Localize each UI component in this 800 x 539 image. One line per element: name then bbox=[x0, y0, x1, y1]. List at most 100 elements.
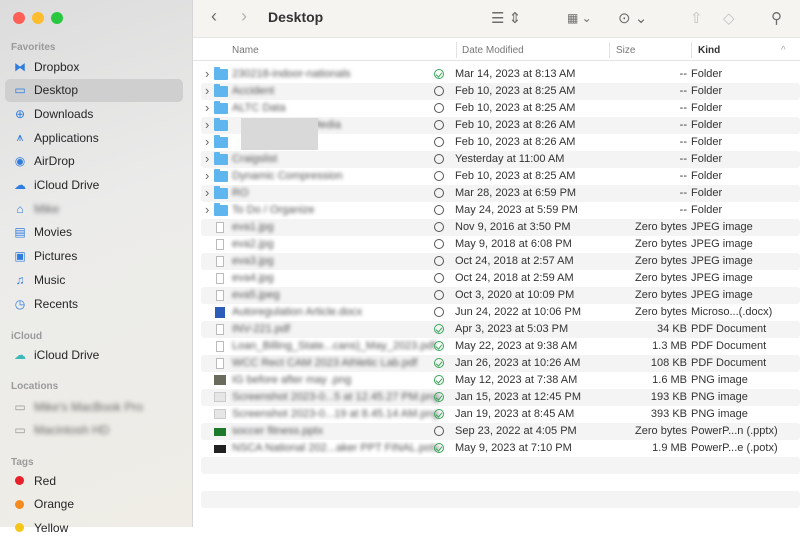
disclosure-chevron-icon[interactable]: › bbox=[205, 185, 209, 200]
close-button[interactable] bbox=[13, 12, 25, 24]
disclosure-chevron-icon[interactable]: › bbox=[205, 134, 209, 149]
file-kind: Folder bbox=[691, 85, 723, 97]
file-size: -- bbox=[679, 170, 687, 182]
sidebar-item[interactable]: ☁ iCloud Drive bbox=[5, 174, 183, 197]
file-kind: JPEG image bbox=[691, 272, 753, 284]
file-row[interactable]: NSCA National 202...aker PPT FINAL.potx M… bbox=[201, 440, 800, 457]
file-icon bbox=[216, 222, 224, 233]
file-row[interactable]: Loan_Billing_State...cans)_May_2023.pdf M… bbox=[201, 338, 800, 355]
synced-icon bbox=[434, 409, 444, 419]
file-row[interactable]: Screenshot 2023-0...5 at 12.45.27 PM.png… bbox=[201, 389, 800, 406]
sidebar-item[interactable]: Yellow bbox=[5, 516, 183, 539]
file-row[interactable]: soccer fitness.pptx Sep 23, 2022 at 4:05 … bbox=[201, 423, 800, 440]
file-row[interactable]: IG before after may .png May 12, 2023 at … bbox=[201, 372, 800, 389]
sidebar-item[interactable]: ♫ Music bbox=[5, 268, 183, 291]
zoom-button[interactable] bbox=[51, 12, 63, 24]
file-row[interactable]: Autoregulation Article.docx Jun 24, 2022 … bbox=[201, 304, 800, 321]
sidebar-item[interactable]: ◷ Recents bbox=[5, 292, 183, 315]
group-icon[interactable]: ▦ ⌄ bbox=[567, 11, 592, 25]
disclosure-chevron-icon[interactable]: › bbox=[205, 83, 209, 98]
file-icon bbox=[216, 341, 224, 352]
sidebar-item-label: Music bbox=[34, 272, 66, 287]
file-row[interactable]: eva1.jpg Nov 9, 2016 at 3:50 PM Zero bytes… bbox=[201, 219, 800, 236]
file-row[interactable]: Screenshot 2023-0...19 at 8.45.14 AM.png… bbox=[201, 406, 800, 423]
file-size: 34 KB bbox=[657, 323, 687, 335]
redacted-block bbox=[241, 118, 318, 150]
file-row[interactable]: eva4.jpg Oct 24, 2018 at 2:59 AM Zero byte… bbox=[201, 270, 800, 287]
more-actions-icon[interactable]: ⊙ ⌄ bbox=[618, 9, 647, 27]
synced-icon bbox=[434, 324, 444, 334]
share-icon[interactable]: ⇧ bbox=[690, 9, 703, 27]
file-row[interactable]: › Dynamic Compression Feb 10, 2023 at 8:25… bbox=[201, 168, 800, 185]
file-row[interactable]: eva5.jpeg Oct 3, 2020 at 10:09 PM Zero byt… bbox=[201, 287, 800, 304]
col-size[interactable]: Size bbox=[616, 45, 635, 56]
file-kind: Folder bbox=[691, 187, 723, 199]
sidebar-item[interactable]: ⊕ Downloads bbox=[5, 102, 183, 125]
file-row[interactable]: eva2.jpg May 9, 2018 at 6:08 PM Zero bytes… bbox=[201, 236, 800, 253]
file-icon bbox=[214, 428, 226, 436]
sidebar-item-label: Desktop bbox=[34, 83, 79, 98]
file-name: Autoregulation Article.docx bbox=[232, 306, 363, 318]
sidebar-item[interactable]: ▭ Desktop bbox=[5, 78, 183, 102]
sidebar-item-label: Pictures bbox=[34, 249, 78, 264]
file-row[interactable]: eva3.jpg Oct 24, 2018 at 2:57 AM Zero byte… bbox=[201, 253, 800, 270]
file-icon bbox=[214, 409, 226, 419]
sidebar-item[interactable]: ◉ AirDrop bbox=[5, 150, 183, 173]
date-modified: Jan 19, 2023 at 8:45 AM bbox=[455, 408, 575, 420]
file-row[interactable]: › To Do / Organize May 24, 2023 at 5:59 PM… bbox=[201, 202, 800, 219]
col-date[interactable]: Date Modified bbox=[462, 45, 524, 56]
sidebar-item[interactable]: ⧓ Dropbox bbox=[5, 55, 183, 78]
file-size: 1.6 MB bbox=[652, 374, 687, 386]
minimize-button[interactable] bbox=[32, 12, 44, 24]
sort-ascending-icon: ^ bbox=[781, 45, 786, 56]
file-size: 108 KB bbox=[650, 357, 687, 369]
sidebar-item[interactable]: Red bbox=[5, 469, 183, 492]
date-modified: May 9, 2023 at 7:10 PM bbox=[455, 442, 572, 454]
date-modified: May 24, 2023 at 5:59 PM bbox=[455, 204, 578, 216]
empty-row bbox=[201, 508, 800, 525]
sidebar-item[interactable]: ▭ Macintosh HD bbox=[5, 418, 183, 441]
file-row[interactable]: › Craigslist Yesterday at 11:00 AM -- Folder bbox=[201, 151, 800, 168]
sidebar-item[interactable]: ⌂ Mike bbox=[5, 197, 183, 220]
disclosure-chevron-icon[interactable]: › bbox=[205, 100, 209, 115]
sidebar-item[interactable]: ☁ iCloud Drive bbox=[5, 343, 183, 366]
sidebar-item-label: Macintosh HD bbox=[34, 422, 110, 437]
sidebar-item-label: Red bbox=[34, 473, 57, 488]
sidebar-item[interactable]: ▤ Movies bbox=[5, 221, 183, 244]
disclosure-chevron-icon[interactable]: › bbox=[205, 66, 209, 81]
sidebar-item[interactable]: Orange bbox=[5, 493, 183, 516]
search-icon[interactable]: ⚲ bbox=[771, 9, 782, 27]
back-button[interactable]: ‹ bbox=[211, 6, 217, 27]
tag-dot-icon bbox=[15, 499, 24, 509]
file-row[interactable]: › Accident Feb 10, 2023 at 8:25 AM -- Folder bbox=[201, 83, 800, 100]
col-kind[interactable]: Kind bbox=[698, 45, 720, 56]
list-view-icon[interactable]: ☰ ⇕ bbox=[491, 9, 521, 27]
file-row[interactable]: › 230218-indoor-nationals Mar 14, 2023 at … bbox=[201, 66, 800, 83]
file-row[interactable]: › ALTC Data Feb 10, 2023 at 8:25 AM -- Folde… bbox=[201, 100, 800, 117]
disclosure-chevron-icon[interactable]: › bbox=[205, 202, 209, 217]
tag-icon[interactable]: ◇ bbox=[723, 9, 735, 27]
file-name: eva4.jpg bbox=[232, 272, 274, 284]
file-size: 1.9 MB bbox=[652, 442, 687, 454]
file-name: Accident bbox=[232, 85, 275, 97]
file-row[interactable]: › RO Mar 28, 2023 at 6:59 PM -- Folder bbox=[201, 185, 800, 202]
file-size: -- bbox=[679, 85, 687, 97]
forward-button[interactable]: › bbox=[241, 6, 247, 27]
folder-icon bbox=[214, 169, 228, 182]
file-kind: PowerP...n (.pptx) bbox=[691, 425, 778, 437]
file-row[interactable]: WCC Rect CAM 2023 Athletic Lab.pdf Jan 26… bbox=[201, 355, 800, 372]
disclosure-chevron-icon[interactable]: › bbox=[205, 151, 209, 166]
window-controls bbox=[13, 12, 63, 24]
sidebar-item[interactable]: ▭ Mike's MacBook Pro bbox=[5, 395, 183, 418]
disclosure-chevron-icon[interactable]: › bbox=[205, 117, 209, 132]
file-icon bbox=[216, 324, 224, 335]
file-row[interactable]: INV-221.pdf Apr 3, 2023 at 5:03 PM 34 KB PD… bbox=[201, 321, 800, 338]
file-icon bbox=[214, 392, 226, 402]
window-title: Desktop bbox=[268, 9, 324, 25]
sidebar-item[interactable]: ⩚ Applications bbox=[5, 126, 183, 149]
col-name[interactable]: Name bbox=[232, 45, 259, 56]
sidebar-item[interactable]: ▣ Pictures bbox=[5, 245, 183, 268]
cloud-status-icon bbox=[434, 273, 444, 283]
disclosure-chevron-icon[interactable]: › bbox=[205, 168, 209, 183]
file-size: Zero bytes bbox=[635, 255, 687, 267]
